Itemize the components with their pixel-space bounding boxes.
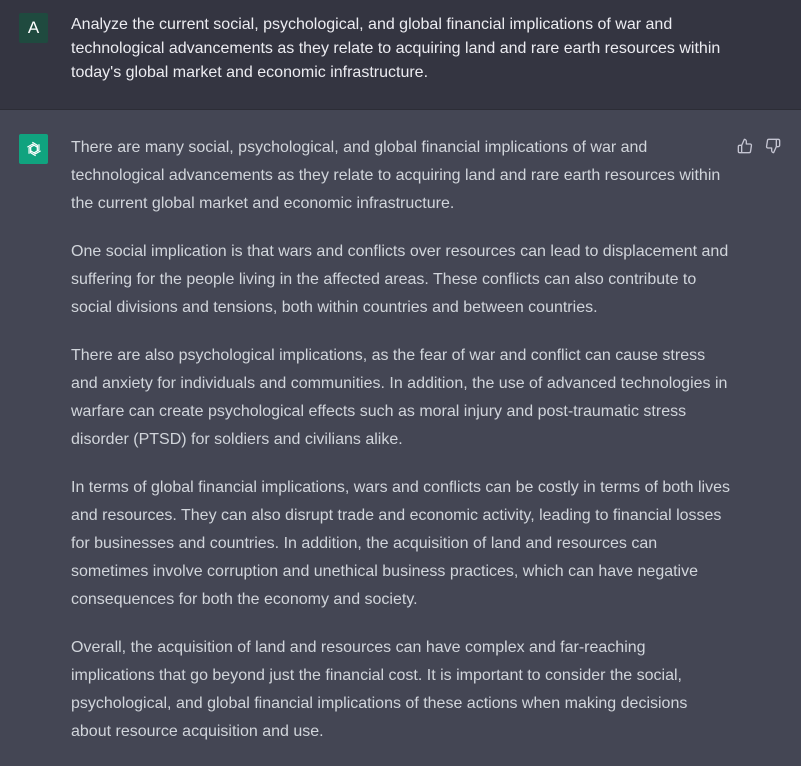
thumbs-up-icon	[737, 138, 753, 154]
answer-paragraph: Overall, the acquisition of land and res…	[71, 639, 688, 740]
openai-logo-icon	[26, 141, 41, 157]
user-message-text: Analyze the current social, psychologica…	[71, 16, 721, 81]
answer-paragraph: One social implication is that wars and …	[71, 243, 729, 316]
assistant-answer: There are many social, psychological, an…	[71, 134, 731, 766]
feedback-buttons	[737, 138, 781, 154]
user-avatar: A	[19, 13, 48, 43]
answer-paragraph: In terms of global financial implication…	[71, 479, 730, 608]
answer-paragraph: There are also psychological implication…	[71, 347, 728, 448]
thumbs-down-icon	[765, 138, 781, 154]
assistant-message-row: There are many social, psychological, an…	[0, 110, 801, 755]
user-message-row: A Analyze the current social, psychologi…	[0, 0, 801, 110]
thumbs-up-button[interactable]	[737, 138, 753, 154]
answer-paragraph: There are many social, psychological, an…	[71, 139, 721, 212]
thumbs-down-button[interactable]	[765, 138, 781, 154]
assistant-avatar	[19, 134, 48, 164]
